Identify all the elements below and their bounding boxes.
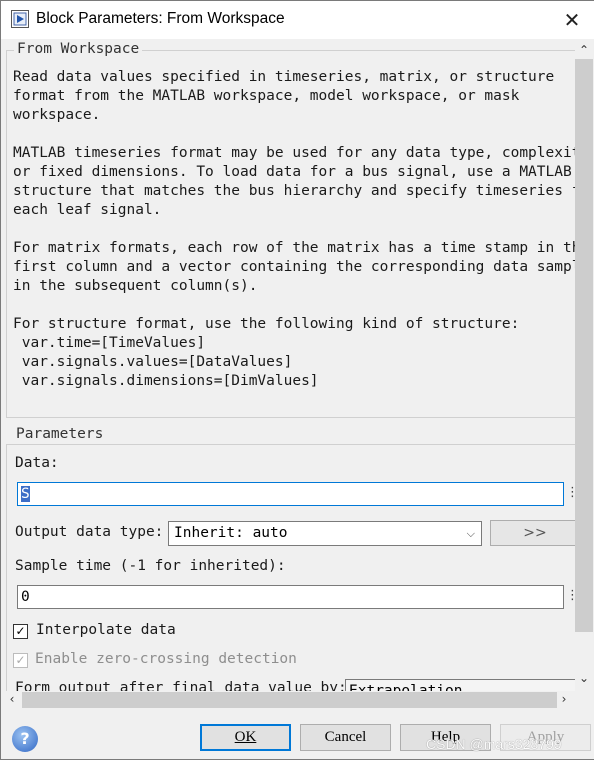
scroll-down-icon[interactable]: ⌄ xyxy=(575,671,593,685)
cancel-label: Cancel xyxy=(324,729,367,745)
description-line: each leaf signal. xyxy=(13,202,162,218)
cancel-button[interactable]: Cancel xyxy=(300,724,391,751)
simulink-block-icon xyxy=(11,10,29,28)
ok-button[interactable]: OK xyxy=(200,724,291,751)
form-output-label: Form output after final data value by: xyxy=(15,680,347,691)
description-line: workspace. xyxy=(13,107,101,123)
description-line: MATLAB timeseries format may be used for… xyxy=(13,145,575,161)
window-title: Block Parameters: From Workspace xyxy=(36,10,285,27)
description-line: For matrix formats, each row of the matr… xyxy=(13,240,575,256)
data-input[interactable]: S xyxy=(17,482,564,506)
data-input-value: S xyxy=(21,486,30,502)
sample-time-options-icon[interactable]: ⋮ xyxy=(566,585,575,609)
description-line: For structure format, use the following … xyxy=(13,316,520,332)
scroll-left-icon[interactable]: ‹ xyxy=(3,692,21,706)
dialog-window: Block Parameters: From Workspace ✕ From … xyxy=(0,0,594,760)
parameters-legend: Parameters xyxy=(13,426,107,442)
sample-time-label: Sample time (-1 for inherited): xyxy=(15,558,286,574)
description-line: var.signals.dimensions=[DimValues] xyxy=(13,373,319,389)
scroll-up-icon[interactable]: ⌃ xyxy=(575,43,593,57)
sample-time-input[interactable]: 0 xyxy=(17,585,564,609)
form-output-value: Extrapolation xyxy=(349,683,463,691)
vertical-scroll-thumb[interactable] xyxy=(575,59,593,632)
description-line: first column and a vector containing the… xyxy=(13,259,575,275)
ok-label: OK xyxy=(234,729,257,745)
description-line: var.signals.values=[DataValues] xyxy=(13,354,293,370)
help-icon[interactable]: ? xyxy=(12,726,38,752)
description-line: var.time=[TimeValues] xyxy=(13,335,206,351)
watermark-text: CSDN @mars328799 xyxy=(426,736,562,752)
description-line: Read data values specified in timeseries… xyxy=(13,69,555,85)
sample-time-value: 0 xyxy=(21,589,30,605)
zero-crossing-label: Enable zero-crossing detection xyxy=(35,651,297,667)
scroll-right-icon[interactable]: › xyxy=(555,692,573,706)
scroll-content: From Workspace Read data values specifie… xyxy=(3,39,575,691)
title-bar[interactable]: Block Parameters: From Workspace ✕ xyxy=(1,1,594,39)
output-type-select[interactable]: Inherit: auto ⌵ xyxy=(168,521,482,546)
block-group-legend: From Workspace xyxy=(14,41,143,57)
description-line: in the subsequent column(s). xyxy=(13,278,258,294)
data-label: Data: xyxy=(15,455,59,471)
chevron-down-icon: ⌵ xyxy=(466,527,475,540)
output-type-label: Output data type: xyxy=(15,524,164,540)
interpolate-checkbox[interactable]: ✓ xyxy=(13,624,28,639)
form-output-select[interactable]: Extrapolation xyxy=(345,679,575,691)
horizontal-scroll-thumb[interactable] xyxy=(22,692,557,708)
data-type-assistant-button[interactable]: >> xyxy=(490,520,575,546)
zero-crossing-checkbox[interactable]: ✓ xyxy=(13,653,28,668)
description-line: format from the MATLAB workspace, model … xyxy=(13,88,520,104)
description-line: or fixed dimensions. To load data for a … xyxy=(13,164,572,180)
description-line: structure that matches the bus hierarchy… xyxy=(13,183,575,199)
output-type-value: Inherit: auto xyxy=(174,525,288,541)
interpolate-label: Interpolate data xyxy=(36,622,176,638)
close-icon[interactable]: ✕ xyxy=(557,7,587,33)
data-options-icon[interactable]: ⋮ xyxy=(566,482,575,506)
